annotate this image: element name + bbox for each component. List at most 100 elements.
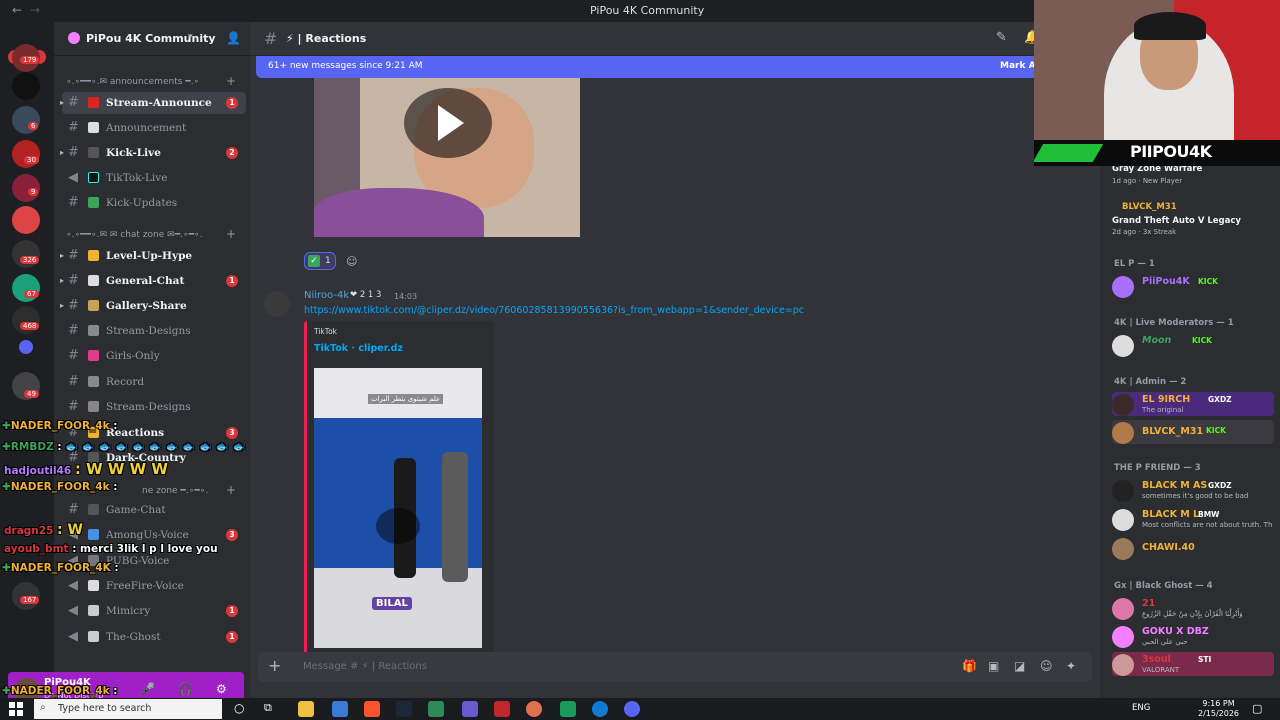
member-row[interactable]: BLACK M L BMW Most conflicts are not abo…: [1112, 507, 1274, 531]
design-icon: [88, 325, 99, 336]
channel-freefire-voice[interactable]: ◀ FreeFire-Voice: [62, 575, 246, 597]
steam-icon[interactable]: [396, 701, 412, 717]
channel-girls-only[interactable]: # Girls-Only: [62, 345, 246, 367]
microphone-icon[interactable]: 🎤: [140, 682, 155, 696]
embed-title[interactable]: TikTok · cliper.dz: [314, 343, 403, 354]
language-indicator[interactable]: ENG: [1132, 703, 1150, 713]
task-view-icon[interactable]: ⧉: [264, 701, 280, 717]
taskbar-search[interactable]: ⌕ Type here to search: [34, 699, 222, 719]
chevron-down-icon: ▾: [188, 32, 193, 42]
notification-icon[interactable]: ▢: [1252, 702, 1262, 715]
channel-record[interactable]: # Record: [62, 371, 246, 393]
channel-stream-designs-2[interactable]: # Stream-Designs: [62, 396, 246, 418]
emoji-icon[interactable]: ☺: [1040, 659, 1053, 673]
app-icon[interactable]: [462, 701, 478, 717]
hash-icon: #: [68, 323, 79, 338]
app-icon[interactable]: [332, 701, 348, 717]
member-row[interactable]: GOKU X DBZ حبي على الحبي: [1112, 624, 1274, 648]
app-icon[interactable]: [494, 701, 510, 717]
member-row[interactable]: PiiPou4K KICK: [1112, 274, 1274, 298]
window-title: PiPou 4K Community: [590, 4, 705, 17]
channel-stream-announce[interactable]: ▸ # Stream-Announce 1: [60, 92, 246, 114]
avatar[interactable]: [264, 291, 290, 317]
server-icon[interactable]: [12, 106, 40, 134]
cortana-icon[interactable]: ○: [234, 701, 250, 717]
server-icon[interactable]: [12, 206, 40, 234]
avatar: [1112, 394, 1134, 416]
server-boost-icon: [68, 32, 80, 44]
member-row[interactable]: BLVCK_M31 KICK: [1112, 420, 1274, 444]
channel-tiktok-live[interactable]: ◀ TikTok-Live: [62, 167, 246, 189]
member-row[interactable]: CHAWI.40: [1112, 536, 1274, 560]
channel-emoji-icon: [88, 97, 99, 108]
discord-icon[interactable]: [624, 701, 640, 717]
gear-icon[interactable]: ⚙: [216, 682, 227, 696]
embed-thumbnail[interactable]: علم شيتوى بتطر البرات BILAL: [314, 368, 482, 648]
reaction-check[interactable]: ✓ 1: [304, 252, 336, 270]
channel-gallery-share[interactable]: ▸ # Gallery-Share: [60, 295, 246, 317]
back-arrow-icon[interactable]: ←: [12, 3, 22, 17]
channel-stream-designs[interactable]: # Stream-Designs: [62, 320, 246, 342]
channel-announcement[interactable]: # Announcement: [62, 117, 246, 139]
channel-level-up-hype[interactable]: ▸ # Level-Up-Hype: [60, 245, 246, 267]
play-button[interactable]: [404, 88, 492, 158]
edge-icon[interactable]: [592, 701, 608, 717]
new-messages-bar[interactable]: 61+ new messages since 9:21 AM Mark As: [256, 56, 1056, 78]
message-author[interactable]: Niiroo-4k: [304, 290, 349, 301]
member-group: 4K | Live Moderators — 1: [1114, 318, 1234, 328]
activity-user[interactable]: BLVCK_M31: [1122, 202, 1177, 212]
speaker-icon: ◀: [68, 578, 78, 593]
category-announcements[interactable]: ∘.∘━━∘.✉ announcements ━.∘: [66, 77, 199, 87]
member-row[interactable]: 3soul STI VALORANT: [1112, 652, 1274, 676]
threads-icon[interactable]: ✎: [996, 30, 1007, 45]
video-attachment[interactable]: [314, 78, 580, 237]
server-header[interactable]: PiPou 4K Community ▾ 👤: [54, 22, 250, 56]
member-row[interactable]: EL 9IRCH GXDZ The original: [1112, 392, 1274, 416]
member-row[interactable]: Moon KICK: [1112, 333, 1274, 357]
channel-the-ghost[interactable]: ◀ The-Ghost 1: [62, 626, 246, 648]
play-button[interactable]: [376, 508, 420, 544]
add-channel-icon[interactable]: +: [226, 74, 236, 88]
amongus-icon: [88, 529, 99, 540]
gif-icon[interactable]: ▣: [988, 659, 999, 673]
hash-icon: #: [68, 374, 79, 389]
gift-icon[interactable]: 🎁: [962, 659, 977, 673]
forward-arrow-icon[interactable]: →: [30, 3, 40, 17]
sticker-icon[interactable]: ◪: [1014, 659, 1025, 673]
channel-kick-live[interactable]: ▸ # Kick-Live 2: [60, 142, 246, 164]
channel-general-chat[interactable]: ▸ # General-Chat 1: [60, 270, 246, 292]
chat-user: NADER_FOOR_4k: [10, 685, 110, 697]
brave-icon[interactable]: [364, 701, 380, 717]
channel-mimicry[interactable]: ◀ Mimicry 1: [62, 600, 246, 622]
add-member-icon[interactable]: 👤: [226, 31, 241, 45]
channel-kick-updates[interactable]: # Kick-Updates: [62, 192, 246, 214]
file-explorer-icon[interactable]: [298, 701, 314, 717]
windows-start-icon[interactable]: [9, 702, 23, 716]
add-channel-icon[interactable]: +: [226, 227, 236, 241]
member-row[interactable]: 21 وَأَنْزِلْنَا الْقُرْآنَ بِإِذْنِ مِن…: [1112, 596, 1274, 620]
headphones-icon[interactable]: 🎧: [178, 682, 193, 696]
category-voice-zone[interactable]: ne zone ━.∘━∘.: [142, 486, 208, 496]
app-icon[interactable]: [526, 701, 542, 717]
add-reaction-icon[interactable]: ☺: [346, 255, 357, 268]
server-badge: 167: [20, 596, 40, 604]
hash-icon: #: [68, 348, 79, 363]
taskbar-clock[interactable]: 9:16 PM 2/15/2026: [1198, 699, 1239, 719]
add-channel-icon[interactable]: +: [226, 483, 236, 497]
folder-icon[interactable]: [19, 340, 33, 354]
channel-game-chat[interactable]: # Game-Chat: [62, 499, 246, 521]
activity-sub: 2d ago · 3x Streak: [1112, 228, 1177, 236]
chat-user: dragn25: [4, 525, 54, 537]
add-attachment-icon[interactable]: +: [268, 656, 281, 675]
member-status: The original: [1142, 406, 1184, 414]
message-link[interactable]: https://www.tiktok.com/@cliper.dz/video/…: [304, 305, 804, 316]
search-icon: ⌕: [40, 702, 46, 713]
channel-label: The-Ghost: [106, 631, 161, 643]
message-composer[interactable]: + Message # ⚡ | Reactions 🎁 ▣ ◪ ☺ ✦: [258, 652, 1092, 682]
apps-icon[interactable]: ✦: [1066, 659, 1076, 673]
app-icon[interactable]: [428, 701, 444, 717]
member-row[interactable]: BLACK M AS GXDZ sometimes it's good to b…: [1112, 478, 1274, 502]
server-icon-yakuza[interactable]: [12, 72, 40, 100]
app-icon[interactable]: [560, 701, 576, 717]
category-chat-zone[interactable]: ∘.∘━━∘.✉ ✉ chat zone ✉━.∘━∘.: [66, 230, 203, 240]
